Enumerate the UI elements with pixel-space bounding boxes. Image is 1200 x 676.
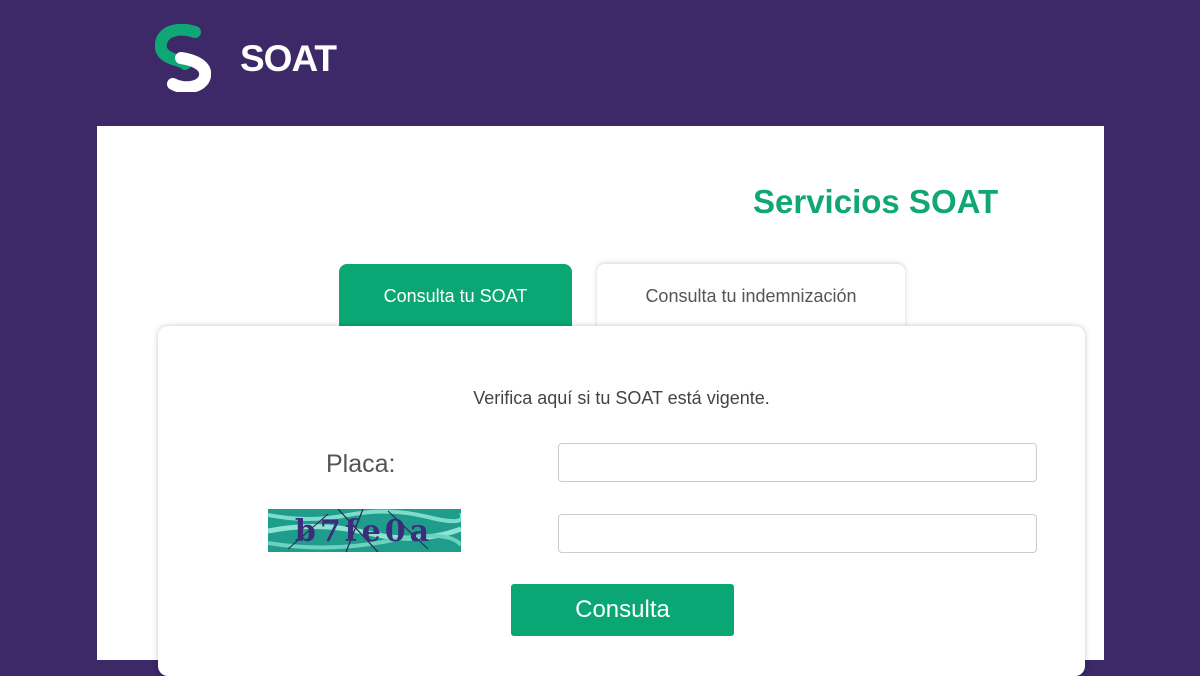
consulta-panel: Verifica aquí si tu SOAT está vigente. P… xyxy=(158,326,1085,676)
page-title: Servicios SOAT xyxy=(753,183,999,220)
placa-label: Placa: xyxy=(326,450,396,478)
tab-label: Consulta tu indemnización xyxy=(645,285,857,306)
tab-label: Consulta tu SOAT xyxy=(383,285,528,306)
tab-consulta-soat[interactable]: Consulta tu SOAT xyxy=(339,264,572,328)
placa-input[interactable] xyxy=(558,443,1037,482)
main-card: Servicios SOAT Consulta tu SOAT Consulta… xyxy=(97,126,1104,676)
soat-logo-icon[interactable] xyxy=(155,24,211,92)
captcha-image: b7fe0a xyxy=(268,509,461,552)
captcha-input[interactable] xyxy=(558,514,1037,553)
site-header: SOAT xyxy=(0,0,1200,126)
panel-subtitle: Verifica aquí si tu SOAT está vigente. xyxy=(473,388,770,408)
logo-text[interactable]: SOAT xyxy=(240,38,337,80)
consulta-button[interactable]: Consulta xyxy=(511,584,734,636)
tab-consulta-indemnizacion[interactable]: Consulta tu indemnización xyxy=(597,264,905,328)
captcha-text: b7fe0a xyxy=(295,514,433,549)
